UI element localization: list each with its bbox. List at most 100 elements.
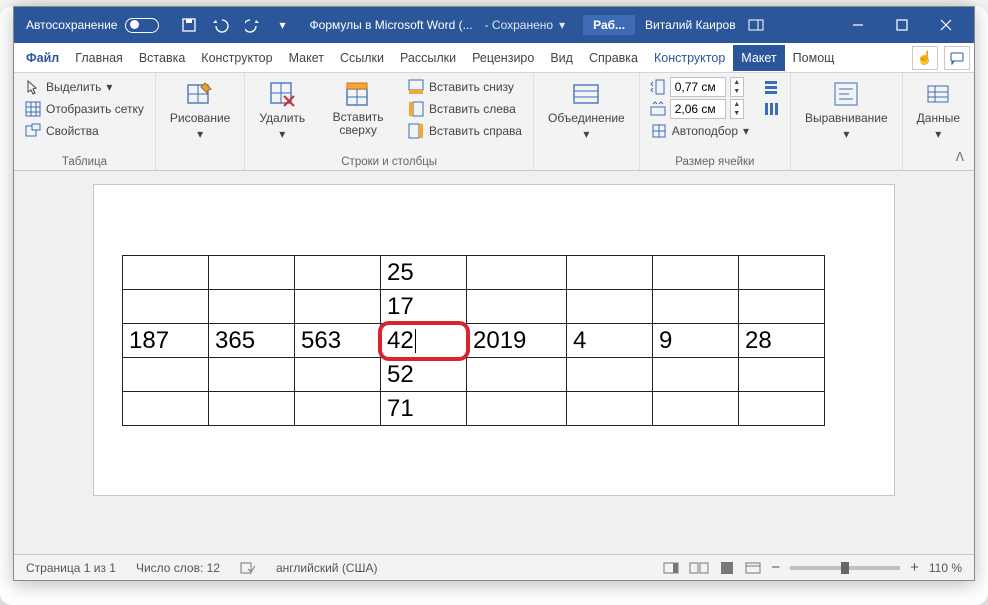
properties-button[interactable]: Свойства — [24, 121, 145, 141]
print-layout-icon[interactable] — [719, 561, 735, 575]
table-cell[interactable]: 2019 — [467, 324, 567, 358]
table-cell[interactable] — [653, 256, 739, 290]
table-cell[interactable]: 42 — [381, 324, 467, 358]
table-cell[interactable]: 4 — [567, 324, 653, 358]
table-cell[interactable]: 187 — [123, 324, 209, 358]
table-cell[interactable] — [209, 358, 295, 392]
undo-icon[interactable] — [211, 17, 231, 33]
row-height-input[interactable] — [670, 77, 726, 97]
merge-button[interactable]: Объединение▾ — [544, 77, 629, 143]
table-cell[interactable] — [467, 256, 567, 290]
menu-review[interactable]: Рецензиро — [464, 45, 542, 71]
select-button[interactable]: Выделить ▾ — [24, 77, 145, 97]
qat-dropdown-icon[interactable]: ▾ — [279, 18, 285, 32]
table-cell[interactable] — [653, 392, 739, 426]
delete-button[interactable]: Удалить▾ — [255, 77, 309, 143]
close-button[interactable] — [924, 7, 968, 43]
menu-help[interactable]: Справка — [581, 45, 646, 71]
focus-mode-icon[interactable] — [663, 561, 679, 575]
menu-references[interactable]: Ссылки — [332, 45, 392, 71]
zoom-slider[interactable] — [790, 566, 900, 570]
table-cell[interactable] — [123, 392, 209, 426]
status-language[interactable]: английский (США) — [276, 561, 377, 575]
table-cell[interactable] — [467, 358, 567, 392]
menu-mailings[interactable]: Рассылки — [392, 45, 464, 71]
page[interactable]: 2517 1873655634220194928 5271 — [94, 185, 894, 495]
maximize-button[interactable] — [880, 7, 924, 43]
col-width-input[interactable] — [670, 99, 726, 119]
table-cell[interactable] — [653, 290, 739, 324]
menu-home[interactable]: Главная — [67, 45, 131, 71]
insert-left-button[interactable]: Вставить слева — [407, 99, 523, 119]
gridlines-button[interactable]: Отобразить сетку — [24, 99, 145, 119]
table-cell[interactable] — [209, 290, 295, 324]
table-cell[interactable] — [123, 358, 209, 392]
redo-icon[interactable] — [245, 17, 265, 33]
table-cell[interactable]: 9 — [653, 324, 739, 358]
spellcheck-icon[interactable] — [240, 561, 256, 575]
insert-right-button[interactable]: Вставить справа — [407, 121, 523, 141]
title-dropdown-icon[interactable]: ▾ — [559, 18, 565, 32]
table-cell[interactable] — [295, 256, 381, 290]
row-height-control[interactable]: ▲▼ — [650, 77, 750, 97]
table-cell[interactable] — [567, 256, 653, 290]
zoom-in-button[interactable]: + — [910, 559, 919, 576]
distribute-cols-button[interactable] — [762, 99, 780, 119]
table-cell[interactable]: 71 — [381, 392, 467, 426]
height-spinner[interactable]: ▲▼ — [730, 77, 744, 97]
table-cell[interactable]: 25 — [381, 256, 467, 290]
user-panel-icon[interactable] — [748, 19, 764, 31]
menu-insert[interactable]: Вставка — [131, 45, 193, 71]
zoom-out-button[interactable]: − — [771, 559, 780, 576]
zoom-value[interactable]: 110 % — [929, 561, 962, 575]
table-cell[interactable]: 17 — [381, 290, 467, 324]
table-cell[interactable] — [123, 290, 209, 324]
filename-tab[interactable]: Раб... — [583, 15, 635, 35]
alignment-button[interactable]: Выравнивание▾ — [801, 77, 892, 143]
table-cell[interactable] — [739, 290, 825, 324]
save-icon[interactable] — [181, 17, 197, 33]
table-cell[interactable] — [567, 290, 653, 324]
word-table[interactable]: 2517 1873655634220194928 5271 — [122, 255, 825, 426]
table-cell[interactable] — [739, 358, 825, 392]
table-cell[interactable] — [123, 256, 209, 290]
menu-layout[interactable]: Макет — [281, 45, 332, 71]
table-cell[interactable] — [467, 290, 567, 324]
menu-design[interactable]: Конструктор — [193, 45, 280, 71]
table-cell[interactable] — [209, 392, 295, 426]
table-cell[interactable] — [209, 256, 295, 290]
width-spinner[interactable]: ▲▼ — [730, 99, 744, 119]
menu-view[interactable]: Вид — [542, 45, 581, 71]
table-cell[interactable] — [567, 358, 653, 392]
minimize-button[interactable] — [836, 7, 880, 43]
status-words[interactable]: Число слов: 12 — [136, 561, 220, 575]
status-page[interactable]: Страница 1 из 1 — [26, 561, 116, 575]
table-cell[interactable] — [739, 256, 825, 290]
menu-file[interactable]: Файл — [18, 45, 67, 71]
col-width-control[interactable]: ▲▼ — [650, 99, 750, 119]
menu-tell-me[interactable]: Помощ — [785, 45, 843, 71]
draw-button[interactable]: Рисование▾ — [166, 77, 234, 143]
table-cell[interactable] — [739, 392, 825, 426]
collapse-ribbon-icon[interactable]: ᐱ — [956, 150, 964, 164]
table-cell[interactable] — [567, 392, 653, 426]
table-cell[interactable] — [467, 392, 567, 426]
insert-above-button[interactable]: Вставить сверху — [315, 77, 401, 139]
table-cell[interactable] — [653, 358, 739, 392]
menu-table-layout[interactable]: Макет — [733, 45, 784, 71]
table-cell[interactable] — [295, 290, 381, 324]
distribute-rows-button[interactable] — [762, 77, 780, 97]
table-cell[interactable]: 28 — [739, 324, 825, 358]
comments-button[interactable] — [944, 46, 970, 70]
read-mode-icon[interactable] — [689, 561, 709, 575]
table-cell[interactable]: 563 — [295, 324, 381, 358]
data-button[interactable]: Данные▾ — [913, 77, 964, 143]
menu-table-design[interactable]: Конструктор — [646, 45, 733, 71]
web-layout-icon[interactable] — [745, 561, 761, 575]
autofit-button[interactable]: Автоподбор ▾ — [650, 121, 750, 141]
table-cell[interactable]: 52 — [381, 358, 467, 392]
table-cell[interactable] — [295, 392, 381, 426]
table-cell[interactable]: 365 — [209, 324, 295, 358]
table-cell[interactable] — [295, 358, 381, 392]
share-button[interactable]: ☝ — [912, 46, 938, 70]
